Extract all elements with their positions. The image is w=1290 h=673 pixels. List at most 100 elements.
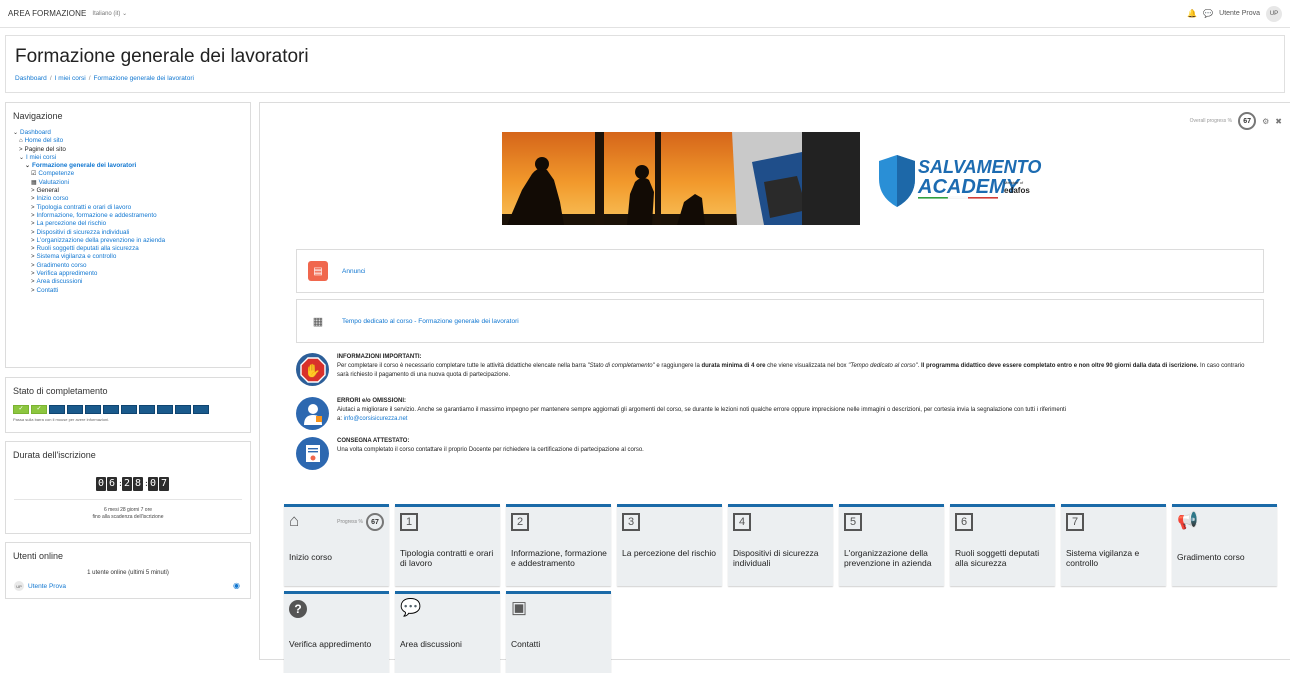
email-link[interactable]: info@corsisicurezza.net bbox=[344, 416, 408, 422]
sidebar-item[interactable]: ⌄ I miei corsi bbox=[13, 154, 243, 162]
table-icon: ▦ bbox=[31, 179, 37, 186]
breadcrumb-course[interactable]: Formazione generale dei lavoratori bbox=[94, 75, 194, 82]
sidebar-item[interactable]: > Ruoli soggetti deputati alla sicurezza bbox=[13, 245, 243, 253]
sidebar-item[interactable]: > Contatti bbox=[13, 287, 243, 295]
completion-segment[interactable] bbox=[103, 405, 119, 414]
activity-announcements[interactable]: ▤ Annunci bbox=[296, 249, 1264, 293]
course-tile[interactable]: ▣ Contatti bbox=[506, 591, 611, 673]
info-important-text: INFORMAZIONI IMPORTANTI: Per completare … bbox=[337, 353, 1256, 386]
sidebar-item[interactable]: ⌄ Formazione generale dei lavoratori bbox=[13, 162, 243, 170]
info-errors: ERRORI e/o OMISSIONI: Aiutaci a migliora… bbox=[296, 397, 1256, 430]
completion-segment[interactable] bbox=[67, 405, 83, 414]
sidebar-item[interactable]: > Verifica appredimento bbox=[13, 270, 243, 278]
online-user-link[interactable]: Utente Prova bbox=[28, 583, 66, 590]
sidebar-item-label: Informazione, formazione e addestramento bbox=[36, 211, 157, 219]
breadcrumb-my-courses[interactable]: I miei corsi bbox=[55, 75, 86, 82]
course-tile[interactable]: 2 Informazione, formazione e addestrament… bbox=[506, 504, 611, 586]
course-content: Overall progress % 67 ⚙ ✖ SALVAMENTO ACA… bbox=[259, 102, 1290, 673]
course-tile[interactable]: 6 Ruoli soggetti deputati alla sicurezza bbox=[950, 504, 1055, 586]
activity-time-spent[interactable]: ▦ Tempo dedicato al corso - Formazione g… bbox=[296, 299, 1264, 343]
tile-label: Sistema vigilanza e controllo bbox=[1066, 548, 1140, 568]
sidebar-item-label: Pagine del sito bbox=[24, 145, 66, 153]
sidebar-item[interactable]: ⌂ Home del sito bbox=[13, 137, 243, 145]
completion-segment[interactable] bbox=[85, 405, 101, 414]
sidebar-item[interactable]: > General bbox=[13, 187, 243, 195]
info-text-emph: "Stato di completamento" bbox=[587, 363, 655, 369]
course-tile[interactable]: ⌂ Progress % 67 Inizio corso bbox=[284, 504, 389, 586]
course-banner-image bbox=[502, 132, 860, 225]
course-tile[interactable]: 4 Dispositivi di sicurezza individuali bbox=[728, 504, 833, 586]
sidebar-item-label: La percezione del rischio bbox=[36, 220, 107, 228]
completion-segment[interactable] bbox=[175, 405, 191, 414]
completion-segment[interactable] bbox=[193, 405, 209, 414]
section-number: 4 bbox=[733, 513, 751, 531]
completion-segment[interactable] bbox=[49, 405, 65, 414]
info-text: Per completare il corso è necessario com… bbox=[337, 363, 588, 369]
chevron-icon: > bbox=[31, 212, 35, 219]
divider bbox=[14, 499, 242, 500]
completion-segment[interactable] bbox=[121, 405, 137, 414]
info-certificate: CONSEGNA ATTESTATO: Una volta completato… bbox=[296, 437, 1256, 470]
sidebar-item[interactable]: > Tipologia contratti e orari di lavoro bbox=[13, 204, 243, 212]
sidebar-item[interactable]: > Gradimento corso bbox=[13, 262, 243, 270]
sidebar-item[interactable]: > Area discussioni bbox=[13, 278, 243, 286]
activity-link[interactable]: Tempo dedicato al corso - Formazione gen… bbox=[342, 318, 519, 325]
info-heading: INFORMAZIONI IMPORTANTI: bbox=[337, 354, 422, 360]
navigation-tree: ⌄ Dashboard ⌂ Home del sito > Pagine del sito… bbox=[13, 129, 243, 295]
chevron-icon: ⌄ bbox=[13, 130, 19, 136]
avatar[interactable]: UP bbox=[1266, 5, 1282, 22]
counter-digit: 7 bbox=[159, 477, 169, 491]
language-selector[interactable]: Italiano (it) ⌄ bbox=[92, 10, 127, 17]
sidebar-item[interactable]: > Inizio corso bbox=[13, 195, 243, 203]
sidebar-item[interactable]: > Sistema vigilanza e controllo bbox=[13, 253, 243, 261]
section-number: 2 bbox=[511, 513, 529, 531]
sidebar-item[interactable]: > Dispositivi di sicurezza individuali bbox=[13, 229, 243, 237]
course-tile[interactable]: 3 La percezione del rischio bbox=[617, 504, 722, 586]
chevron-icon: > bbox=[31, 254, 35, 261]
activity-link[interactable]: Annunci bbox=[342, 268, 366, 275]
sidebar-item[interactable]: > La percezione del rischio bbox=[13, 220, 243, 228]
breadcrumb-dashboard[interactable]: Dashboard bbox=[15, 75, 47, 82]
tile-label: La percezione del rischio bbox=[622, 548, 717, 558]
sidebar-item-label: Area discussioni bbox=[36, 278, 83, 286]
online-user: UP Utente Prova bbox=[14, 581, 66, 591]
chevron-icon: > bbox=[31, 271, 35, 278]
home-icon: ⌂ bbox=[19, 138, 23, 145]
user-name[interactable]: Utente Prova bbox=[1219, 10, 1260, 17]
site-brand[interactable]: AREA FORMAZIONE bbox=[8, 9, 86, 18]
course-tile[interactable]: 💬 Area discussioni bbox=[395, 591, 500, 673]
course-tile[interactable]: 5 L'organizzazione della prevenzione in a… bbox=[839, 504, 944, 586]
messages-icon[interactable]: 💬 bbox=[1203, 9, 1213, 18]
progress-ring: 67 bbox=[366, 513, 384, 531]
sidebar-item[interactable]: ▦ Valutazioni bbox=[13, 179, 243, 187]
home-icon: ⌂ bbox=[289, 511, 300, 530]
salvamento-academy-logo: SALVAMENTO ACADEMY Member of edafos bbox=[879, 155, 1041, 207]
tile-label: L'organizzazione della prevenzione in az… bbox=[844, 548, 932, 568]
info-text: Una volta completato il corso contattare… bbox=[337, 447, 644, 453]
notifications-icon[interactable]: 🔔 bbox=[1187, 9, 1197, 18]
completion-segment[interactable] bbox=[157, 405, 173, 414]
sidebar-item[interactable]: ☑ Competenze bbox=[13, 170, 243, 178]
stop-hand-icon: ✋ bbox=[296, 353, 329, 386]
course-tile[interactable]: ? Verifica appredimento bbox=[284, 591, 389, 673]
sidebar-item-label: Valutazioni bbox=[38, 178, 70, 186]
completion-segment[interactable] bbox=[139, 405, 155, 414]
close-icon[interactable]: ✖ bbox=[1275, 117, 1282, 126]
sidebar-item-label: Inizio corso bbox=[36, 195, 69, 203]
sidebar-item[interactable]: ⌄ Dashboard bbox=[13, 129, 243, 137]
course-tile[interactable]: 📢 Gradimento corso bbox=[1172, 504, 1277, 586]
course-tile[interactable]: 7 Sistema vigilanza e controllo bbox=[1061, 504, 1166, 586]
sidebar-item[interactable]: > L'organizzazione della prevenzione in a… bbox=[13, 237, 243, 245]
sidebar-item[interactable]: > Pagine del sito bbox=[13, 146, 243, 154]
completion-segment[interactable]: ✓ bbox=[13, 405, 29, 414]
sidebar-item-label: Tipologia contratti e orari di lavoro bbox=[36, 203, 132, 211]
duration-remaining: 6 mesi 28 giorni 7 ore bbox=[103, 507, 153, 513]
sidebar-item[interactable]: > Informazione, formazione e addestrament… bbox=[13, 212, 243, 220]
course-tile[interactable]: 1 Tipologia contratti e orari di lavoro bbox=[395, 504, 500, 586]
completion-progress-bar[interactable]: ✓ ✓ bbox=[13, 405, 243, 414]
gear-icon[interactable]: ⚙ bbox=[1262, 117, 1269, 126]
breadcrumb: Dashboard / I miei corsi / Formazione genera… bbox=[15, 75, 194, 82]
eye-icon[interactable]: ◉ bbox=[233, 581, 240, 590]
completion-segment[interactable]: ✓ bbox=[31, 405, 47, 414]
chevron-icon: > bbox=[31, 188, 35, 195]
